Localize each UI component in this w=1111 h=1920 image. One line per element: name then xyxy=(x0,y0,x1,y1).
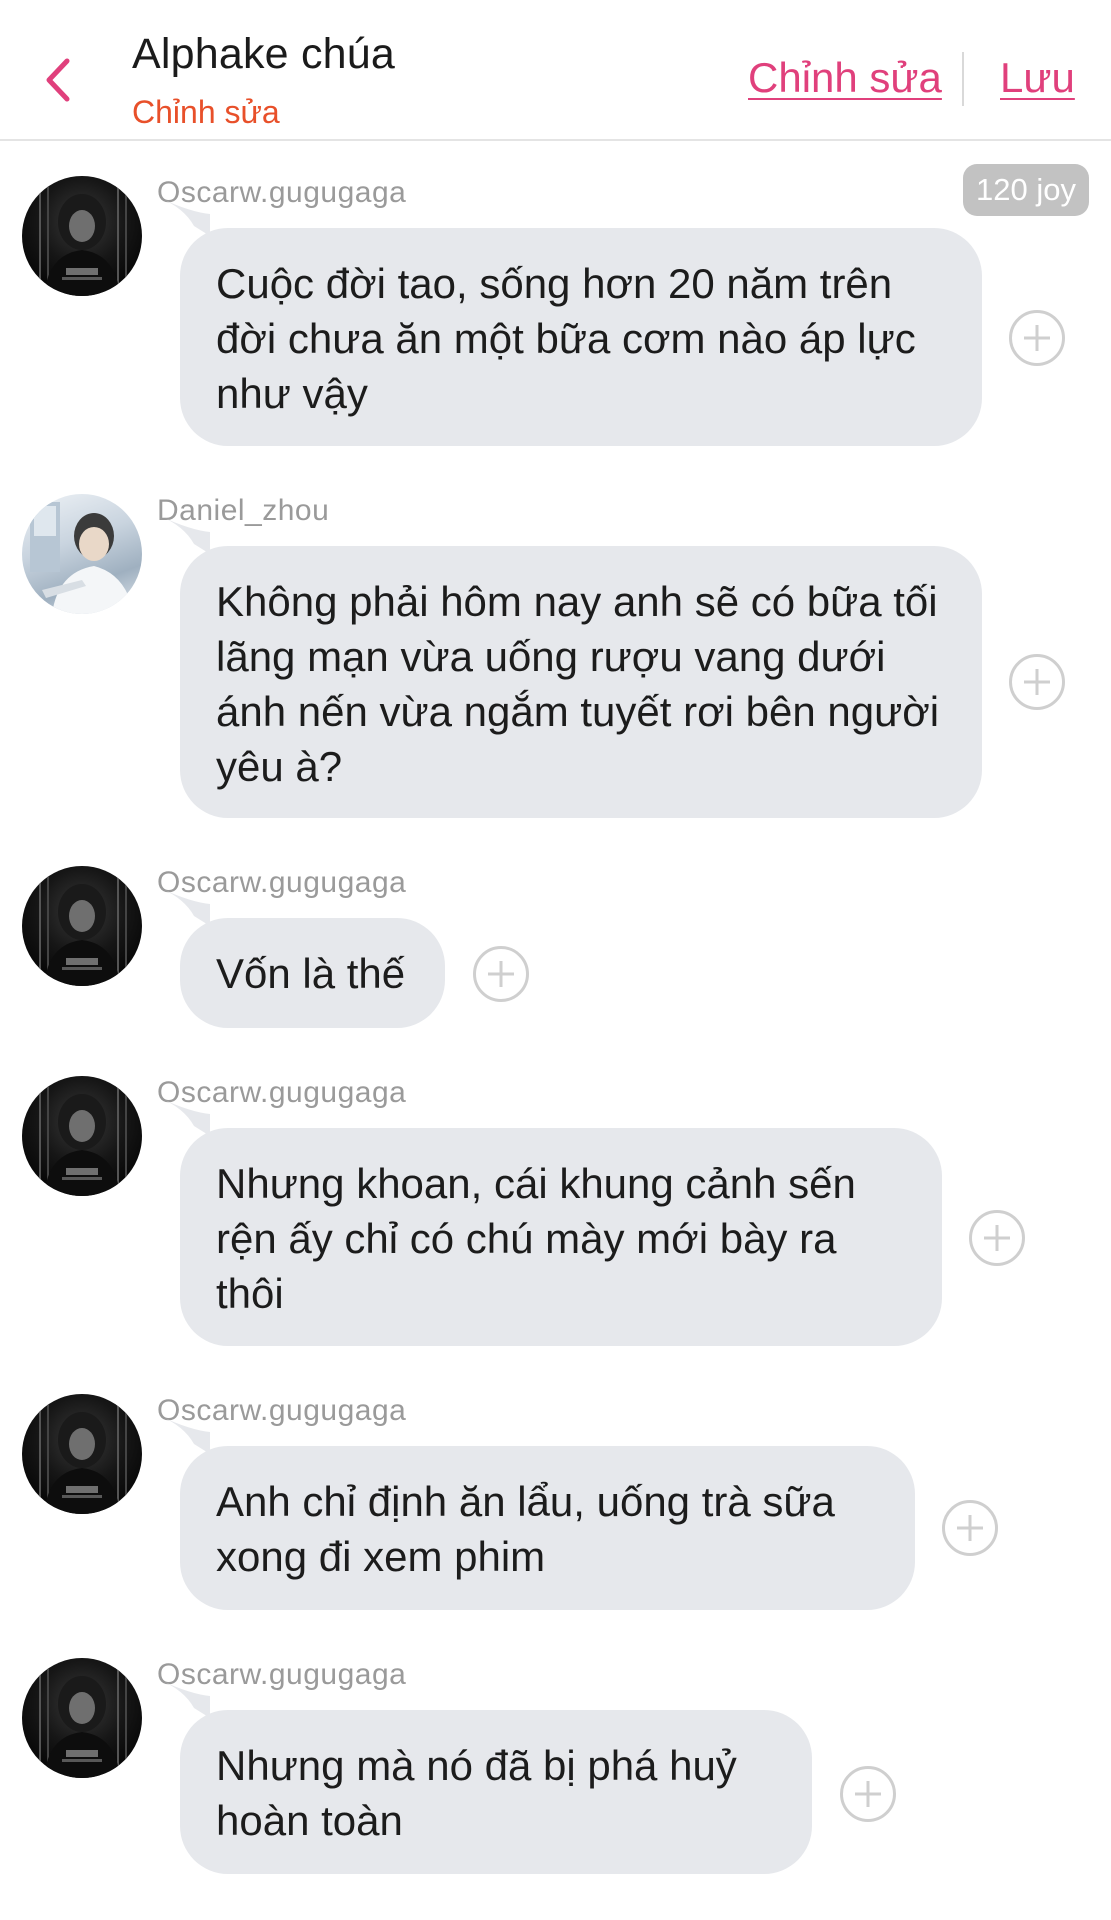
add-reaction-button[interactable] xyxy=(942,1500,998,1556)
add-reaction-button[interactable] xyxy=(473,946,529,1002)
chevron-left-icon xyxy=(46,58,70,102)
message-bubble[interactable]: Anh chỉ định ăn lẩu, uống trà sữa xong đ… xyxy=(180,1446,915,1610)
avatar[interactable] xyxy=(22,866,142,986)
chat-header: Alphake chúa Chỉnh sửa Chỉnh sửa Lưu xyxy=(0,0,1111,141)
hoodie-figure-icon xyxy=(39,1658,127,1778)
add-reaction-button[interactable] xyxy=(1009,310,1065,366)
bubble-tail xyxy=(160,1098,210,1136)
message-bubble[interactable]: Vốn là thế xyxy=(180,918,445,1028)
bubble-tail xyxy=(160,516,210,554)
message-bubble[interactable]: Không phải hôm nay anh sẽ có bữa tối lãn… xyxy=(180,546,982,818)
hoodie-figure-icon xyxy=(39,866,127,986)
hoodie-figure-icon xyxy=(39,1394,127,1514)
portrait-figure-icon xyxy=(30,502,134,614)
joy-badge: 120 joy xyxy=(963,164,1089,216)
bubble-tail xyxy=(160,198,210,236)
add-reaction-button[interactable] xyxy=(969,1210,1025,1266)
avatar[interactable] xyxy=(22,494,142,614)
add-reaction-button[interactable] xyxy=(840,1766,896,1822)
back-button[interactable] xyxy=(38,52,78,108)
message-bubble[interactable]: Nhưng mà nó đã bị phá huỷ hoàn toàn xyxy=(180,1710,812,1874)
page-title: Alphake chúa xyxy=(132,30,395,78)
avatar[interactable] xyxy=(22,1394,142,1514)
page-subtitle: Chỉnh sửa xyxy=(132,94,280,130)
hoodie-figure-icon xyxy=(39,176,127,296)
add-reaction-button[interactable] xyxy=(1009,654,1065,710)
avatar[interactable] xyxy=(22,1076,142,1196)
message-bubble[interactable]: Cuộc đời tao, sống hơn 20 năm trên đời c… xyxy=(180,228,982,446)
bubble-tail xyxy=(160,1416,210,1454)
avatar[interactable] xyxy=(22,1658,142,1778)
bubble-tail xyxy=(160,888,210,926)
bubble-tail xyxy=(160,1680,210,1718)
hoodie-figure-icon xyxy=(39,1076,127,1196)
avatar[interactable] xyxy=(22,176,142,296)
header-divider xyxy=(962,52,964,106)
edit-button[interactable]: Chỉnh sửa xyxy=(748,54,942,102)
save-button[interactable]: Lưu xyxy=(1000,54,1075,102)
message-bubble[interactable]: Nhưng khoan, cái khung cảnh sến rện ấy c… xyxy=(180,1128,942,1346)
